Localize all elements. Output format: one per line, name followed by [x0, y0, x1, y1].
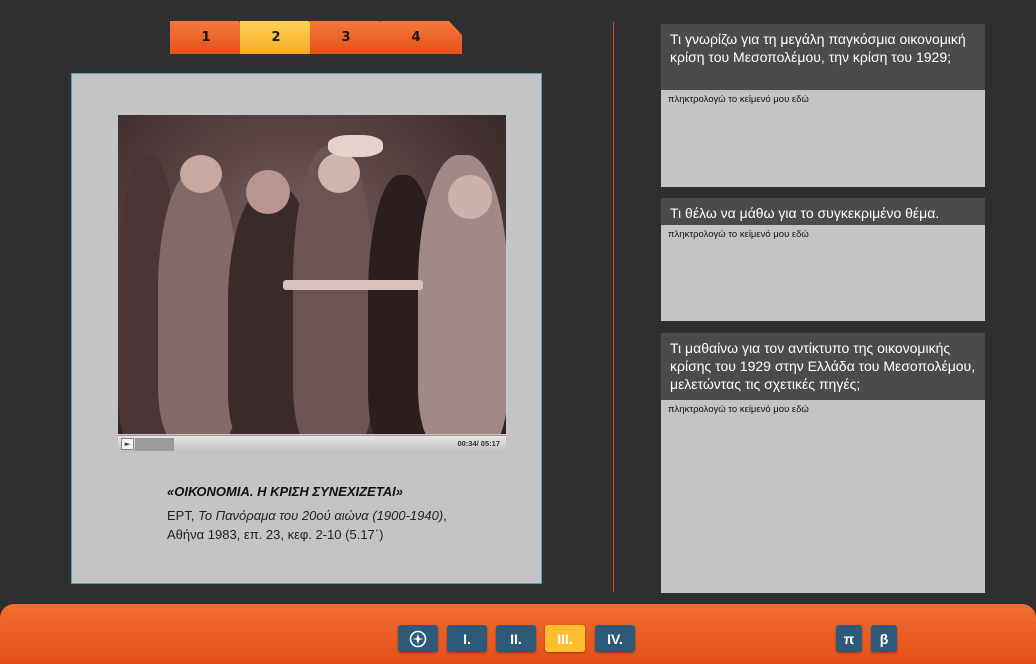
question-1-answer-field[interactable]: πληκτρολογώ το κείμενό μου εδώ	[661, 90, 985, 187]
column-divider	[613, 22, 614, 592]
question-3-heading: Τι μαθαίνω για τον αντίκτυπο της οικονομ…	[661, 333, 985, 400]
question-3-answer-field[interactable]: πληκτρολογώ το κείμενό μου εδώ	[661, 400, 985, 593]
source-work-title: Το Πανόραμα του 20ού αιώνα (1900-1940)	[198, 508, 444, 523]
tab-2-label: 2	[271, 30, 281, 45]
source-title: «ΟΙΚΟΝΟΜΙΑ. Η ΚΡΙΣΗ ΣΥΝΕΧΙΖΕΤΑΙ»	[167, 484, 403, 499]
section-iv-button[interactable]: IV.	[595, 625, 635, 652]
tab-3[interactable]: 3	[310, 21, 392, 54]
pi-button[interactable]: π	[836, 625, 862, 652]
section-ii-button[interactable]: II.	[496, 625, 536, 652]
source-prefix: ΕΡΤ,	[167, 508, 199, 523]
tab-4[interactable]: 4	[380, 21, 462, 54]
section-i-button[interactable]: I.	[447, 625, 487, 652]
question-3: Τι μαθαίνω για τον αντίκτυπο της οικονομ…	[661, 333, 985, 593]
source-panel: ► 00:34/ 05:17 «ΟΙΚΟΝΟΜΙΑ. Η ΚΡΙΣΗ ΣΥΝΕΧ…	[71, 73, 542, 584]
section-iii-button[interactable]: III.	[545, 625, 585, 652]
video-controls: ► 00:34/ 05:17	[118, 435, 506, 453]
seek-bar[interactable]	[135, 438, 174, 451]
question-2-answer-field[interactable]: πληκτρολογώ το κείμενό μου εδώ	[661, 225, 985, 321]
question-1: Τι γνωρίζω για τη μεγάλη παγκόσμια οικον…	[661, 24, 985, 187]
tab-3-label: 3	[341, 30, 351, 45]
tab-bar: 1 2 3 4	[170, 21, 462, 54]
question-2-heading: Τι θέλω να μάθω για το συγκεκριμένο θέμα…	[661, 198, 985, 225]
question-2: Τι θέλω να μάθω για το συγκεκριμένο θέμα…	[661, 198, 985, 321]
tab-1-label: 1	[201, 30, 211, 45]
tab-1[interactable]: 1	[170, 21, 252, 54]
video-time: 00:34/ 05:17	[457, 439, 500, 448]
tab-4-label: 4	[411, 30, 421, 45]
tab-2[interactable]: 2	[240, 21, 322, 54]
source-citation: ΕΡΤ, Το Πανόραμα του 20ού αιώνα (1900-19…	[167, 506, 467, 544]
question-1-heading: Τι γνωρίζω για τη μεγάλη παγκόσμια οικον…	[661, 24, 985, 90]
bottom-nav-bar: I. II. III. IV. π β	[0, 604, 1036, 664]
beta-button[interactable]: β	[871, 625, 897, 652]
play-icon[interactable]: ►	[121, 438, 134, 450]
video-frame[interactable]	[118, 115, 506, 434]
compass-icon[interactable]	[398, 625, 438, 652]
